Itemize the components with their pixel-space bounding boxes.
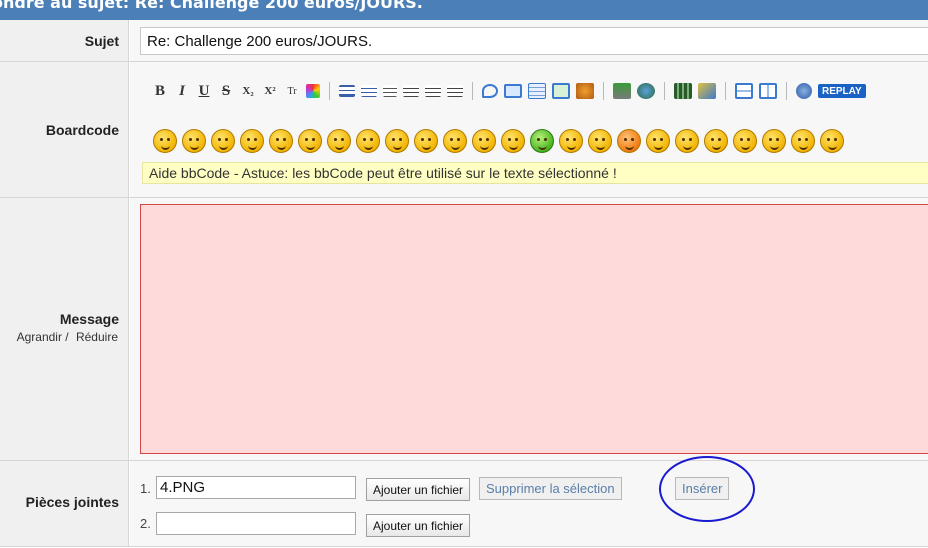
bbcode-help-bar: Aide bbCode - Astuce: les bbCode peut êt… [142, 162, 928, 184]
remove-selection-button[interactable]: Supprimer la sélection [479, 477, 622, 500]
add-file-button-2[interactable]: Ajouter un fichier [366, 514, 471, 537]
color-palette-icon[interactable] [306, 84, 320, 98]
gallery-icon[interactable] [698, 83, 716, 99]
globe-icon[interactable] [637, 83, 655, 99]
message-textarea[interactable] [140, 204, 928, 454]
bbcode-toolbar: B I U S X₂ X² Tr REPLAY [152, 80, 866, 102]
attachments-label: Pièces jointes [25, 494, 119, 510]
subject-input[interactable] [140, 27, 928, 55]
bold-button[interactable]: B [152, 82, 168, 100]
enlarge-link[interactable]: Agrandir / [17, 330, 69, 344]
smiley-tongue-icon[interactable] [327, 129, 351, 153]
strike-button[interactable]: S [218, 82, 234, 100]
smiley-laugh-icon[interactable] [501, 129, 525, 153]
subject-row: Sujet [0, 20, 928, 62]
smiley-kiss-icon[interactable] [646, 129, 670, 153]
underline-button[interactable]: U [196, 82, 212, 100]
smiley-confused-icon[interactable] [443, 129, 467, 153]
smiley-bar [153, 129, 844, 153]
replay-button[interactable]: REPLAY [818, 84, 866, 98]
smiley-wink-icon[interactable] [298, 129, 322, 153]
smiley-smile-icon[interactable] [211, 129, 235, 153]
font-size-button[interactable]: Tr [284, 82, 300, 100]
smiley-eyes-icon[interactable] [472, 129, 496, 153]
reply-title-bar: ondre au sujet: Re: Challenge 200 euros/… [0, 0, 928, 20]
numbered-list-icon[interactable] [361, 85, 377, 97]
attachments-row: Pièces jointes 1. Ajouter un fichier Sup… [0, 456, 928, 547]
image-icon[interactable] [552, 83, 570, 99]
smiley-think-icon[interactable] [791, 129, 815, 153]
attachment-number-1: 1. [140, 481, 151, 496]
highlight-circle [659, 456, 755, 522]
smiley-devil-icon[interactable] [762, 129, 786, 153]
subject-label: Sujet [84, 33, 119, 49]
horizontal-split-icon[interactable] [735, 83, 753, 99]
smiley-blush-icon[interactable] [617, 129, 641, 153]
media-icon[interactable] [613, 83, 631, 99]
quote-icon[interactable] [482, 84, 498, 98]
subscript-button[interactable]: X₂ [240, 82, 256, 100]
table-icon[interactable] [528, 83, 546, 99]
bullet-list-icon[interactable] [339, 85, 355, 97]
smiley-surprised-icon[interactable] [414, 129, 438, 153]
smiley-sick-icon[interactable] [530, 129, 554, 153]
help-icon[interactable] [796, 83, 812, 99]
align-center-icon[interactable] [425, 85, 441, 97]
smiley-shocked-icon[interactable] [675, 129, 699, 153]
align-right-icon[interactable] [447, 85, 463, 97]
attachment-file-input-2[interactable] [156, 512, 356, 535]
list-item-icon[interactable] [383, 85, 397, 97]
add-file-button-1[interactable]: Ajouter un fichier [366, 478, 471, 501]
align-left-icon[interactable] [403, 85, 419, 97]
message-label: Message [59, 311, 119, 327]
code-icon[interactable] [504, 84, 522, 98]
superscript-button[interactable]: X² [262, 82, 278, 100]
boardcode-label: Boardcode [45, 122, 119, 138]
smiley-dead-icon[interactable] [820, 129, 844, 153]
vertical-split-icon[interactable] [759, 83, 777, 99]
smiley-angry-icon[interactable] [356, 129, 380, 153]
user-icon[interactable] [576, 83, 594, 99]
smiley-sleepy-icon[interactable] [559, 129, 583, 153]
boardcode-row: Boardcode B I U S X₂ X² Tr REPLAY Aide b… [0, 62, 928, 198]
video-icon[interactable] [674, 83, 692, 99]
smiley-cool-icon[interactable] [153, 129, 177, 153]
page-title: ondre au sujet: Re: Challenge 200 euros/… [0, 0, 423, 12]
smiley-grin-icon[interactable] [240, 129, 264, 153]
message-row: Message Agrandir / Réduire [0, 198, 928, 461]
attachment-file-input-1[interactable] [156, 476, 356, 499]
smiley-worried-icon[interactable] [733, 129, 757, 153]
smiley-cry-icon[interactable] [385, 129, 409, 153]
smiley-neutral-icon[interactable] [704, 129, 728, 153]
italic-button[interactable]: I [174, 82, 190, 100]
reduce-link[interactable]: Réduire [76, 330, 118, 344]
smiley-happy-icon[interactable] [269, 129, 293, 153]
smiley-roll-icon[interactable] [588, 129, 612, 153]
smiley-sad-icon[interactable] [182, 129, 206, 153]
attachment-number-2: 2. [140, 516, 151, 531]
